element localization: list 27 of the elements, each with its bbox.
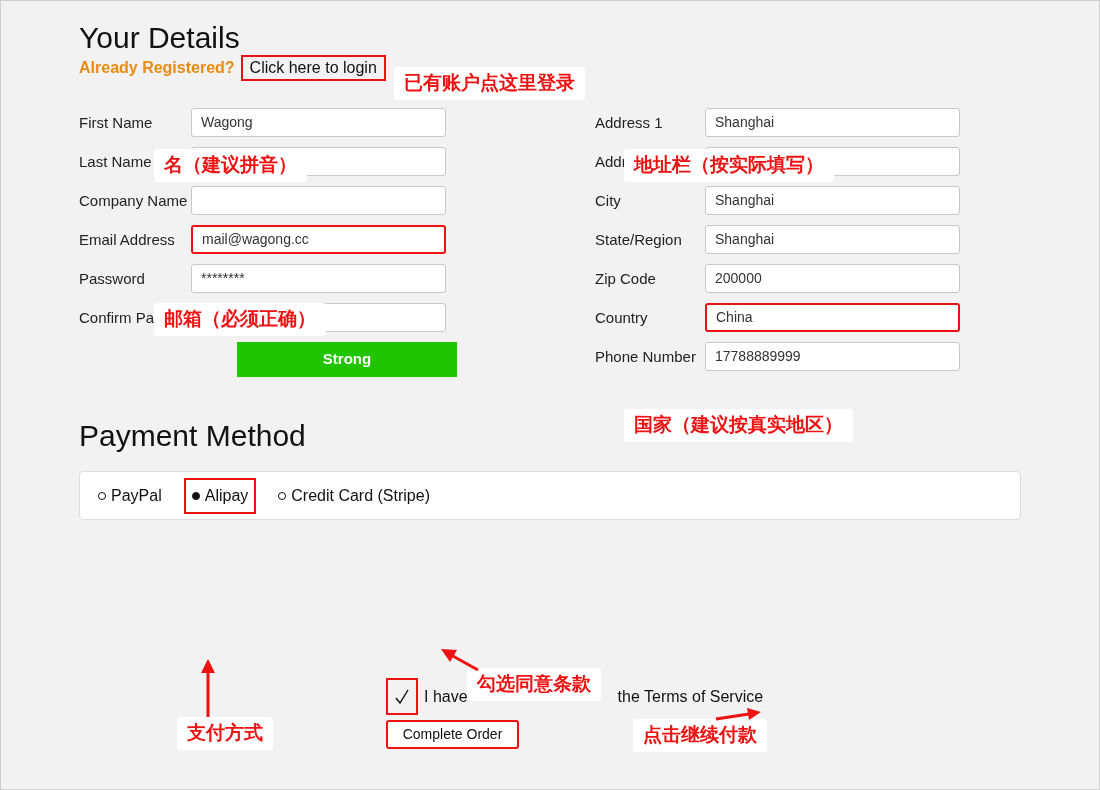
annotation-tooltip: 名（建议拼音） — [154, 149, 307, 182]
field-label: Confirm Pa — [79, 308, 155, 326]
annotation-tooltip: 国家（建议按真实地区） — [624, 409, 853, 442]
agreement-text: the Terms of Service — [617, 686, 764, 707]
field-label: Email Address — [79, 230, 175, 248]
field-label: Phone Number — [595, 347, 696, 365]
annotation-tooltip: 邮箱（必须正确） — [154, 303, 326, 336]
field-label: Country — [595, 308, 648, 326]
annotation-tooltip: 点击继续付款 — [633, 719, 767, 752]
annotation-tooltip: 支付方式 — [177, 717, 273, 750]
password-strength-bar: Strong — [237, 342, 457, 377]
annotation-tooltip: 地址栏（按实际填写） — [624, 149, 834, 182]
field-label: City — [595, 191, 621, 209]
annotation-tooltip: 已有账户点这里登录 — [394, 67, 585, 100]
field-label: Company Name — [79, 191, 188, 209]
field-label: Last Name — [79, 152, 152, 170]
page-title: Your Details — [79, 21, 241, 55]
field-label: First Name — [79, 113, 153, 131]
registered-prompt: Already Registered? — [79, 58, 235, 78]
annotation-tooltip: 勾选同意条款 — [467, 668, 601, 701]
section-title: Payment Method — [79, 419, 306, 453]
field-label: State/Region — [595, 230, 682, 248]
field-label: Addr — [595, 152, 627, 170]
field-label: Password — [79, 269, 145, 287]
field-label: Address 1 — [595, 113, 663, 131]
agreement-text: I have — [424, 686, 468, 707]
field-label: Zip Code — [595, 269, 656, 287]
